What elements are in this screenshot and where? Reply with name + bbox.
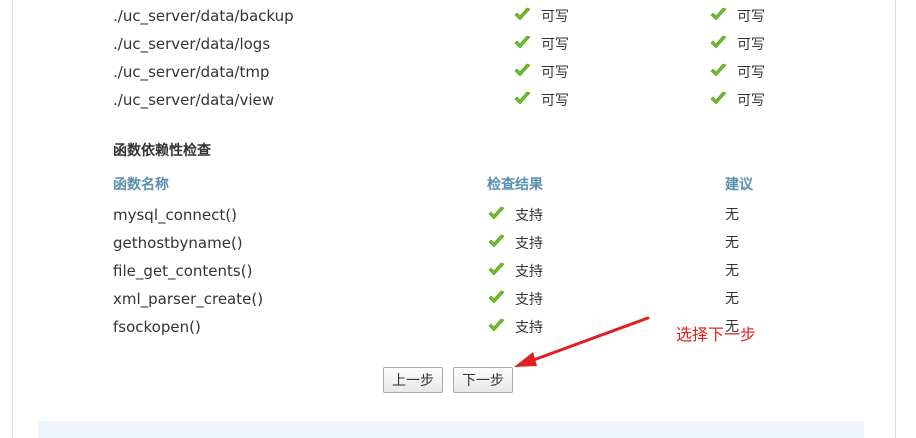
- check-icon: [710, 7, 727, 21]
- function-result: 支持: [488, 259, 543, 284]
- function-suggestion: 无: [725, 235, 739, 251]
- check-icon: [514, 35, 531, 49]
- check-icon: [710, 63, 727, 77]
- dir-current-label: 可写: [541, 37, 569, 53]
- dir-required-status: 可写: [710, 60, 765, 85]
- dir-current-status: 可写: [514, 32, 569, 57]
- check-icon: [488, 262, 505, 276]
- check-icon: [488, 234, 505, 248]
- prev-step-button[interactable]: 上一步: [383, 367, 443, 393]
- dir-row: ./uc_server/data/backup 可写 可写: [0, 4, 916, 28]
- dir-required-status: 可写: [710, 4, 765, 29]
- dir-row: ./uc_server/data/view 可写 可写: [0, 88, 916, 112]
- function-result-label: 支持: [515, 208, 543, 224]
- install-page: ./uc_server/data/backup 可写 可写 ./uc_serve…: [0, 0, 916, 438]
- function-suggestion: 无: [725, 207, 739, 223]
- check-icon: [514, 63, 531, 77]
- dir-current-label: 可写: [541, 65, 569, 81]
- dir-required-label: 可写: [737, 93, 765, 109]
- check-icon: [710, 35, 727, 49]
- column-header-result: 检查结果: [487, 177, 543, 193]
- function-name: file_get_contents(): [113, 262, 253, 280]
- dir-current-label: 可写: [541, 93, 569, 109]
- function-result: 支持: [488, 315, 543, 340]
- function-result-label: 支持: [515, 292, 543, 308]
- function-result: 支持: [488, 231, 543, 256]
- function-name: mysql_connect(): [113, 206, 237, 224]
- dir-row: ./uc_server/data/tmp 可写 可写: [0, 60, 916, 84]
- function-row: fsockopen() 支持 无: [0, 315, 916, 339]
- dir-required-label: 可写: [737, 65, 765, 81]
- check-icon: [710, 91, 727, 105]
- function-row: mysql_connect() 支持 无: [0, 203, 916, 227]
- annotation-label: 选择下一步: [676, 325, 757, 344]
- check-icon: [514, 7, 531, 21]
- dir-path: ./uc_server/data/view: [113, 91, 274, 109]
- dir-path: ./uc_server/data/logs: [113, 35, 271, 53]
- section-title: 函数依赖性检查: [113, 143, 211, 159]
- next-step-button[interactable]: 下一步: [453, 367, 513, 393]
- column-header-name: 函数名称: [113, 177, 169, 193]
- dir-required-status: 可写: [710, 32, 765, 57]
- function-result: 支持: [488, 287, 543, 312]
- function-name: fsockopen(): [113, 318, 201, 336]
- dir-row: ./uc_server/data/logs 可写 可写: [0, 32, 916, 56]
- dir-path: ./uc_server/data/backup: [113, 7, 294, 25]
- function-suggestion: 无: [725, 291, 739, 307]
- check-icon: [514, 91, 531, 105]
- function-result-label: 支持: [515, 264, 543, 280]
- function-name: xml_parser_create(): [113, 290, 264, 308]
- function-result: 支持: [488, 203, 543, 228]
- function-suggestion: 无: [725, 263, 739, 279]
- check-icon: [488, 206, 505, 220]
- function-row: xml_parser_create() 支持 无: [0, 287, 916, 311]
- dir-current-status: 可写: [514, 88, 569, 113]
- dir-required-label: 可写: [737, 9, 765, 25]
- check-icon: [488, 318, 505, 332]
- dir-required-label: 可写: [737, 37, 765, 53]
- footer-band: [38, 421, 864, 438]
- dir-current-label: 可写: [541, 9, 569, 25]
- dir-required-status: 可写: [710, 88, 765, 113]
- function-result-label: 支持: [515, 236, 543, 252]
- dir-path: ./uc_server/data/tmp: [113, 63, 270, 81]
- dir-current-status: 可写: [514, 4, 569, 29]
- function-result-label: 支持: [515, 320, 543, 336]
- check-icon: [488, 290, 505, 304]
- function-name: gethostbyname(): [113, 234, 243, 252]
- column-header-suggestion: 建议: [725, 177, 753, 193]
- function-row: file_get_contents() 支持 无: [0, 259, 916, 283]
- dir-current-status: 可写: [514, 60, 569, 85]
- function-row: gethostbyname() 支持 无: [0, 231, 916, 255]
